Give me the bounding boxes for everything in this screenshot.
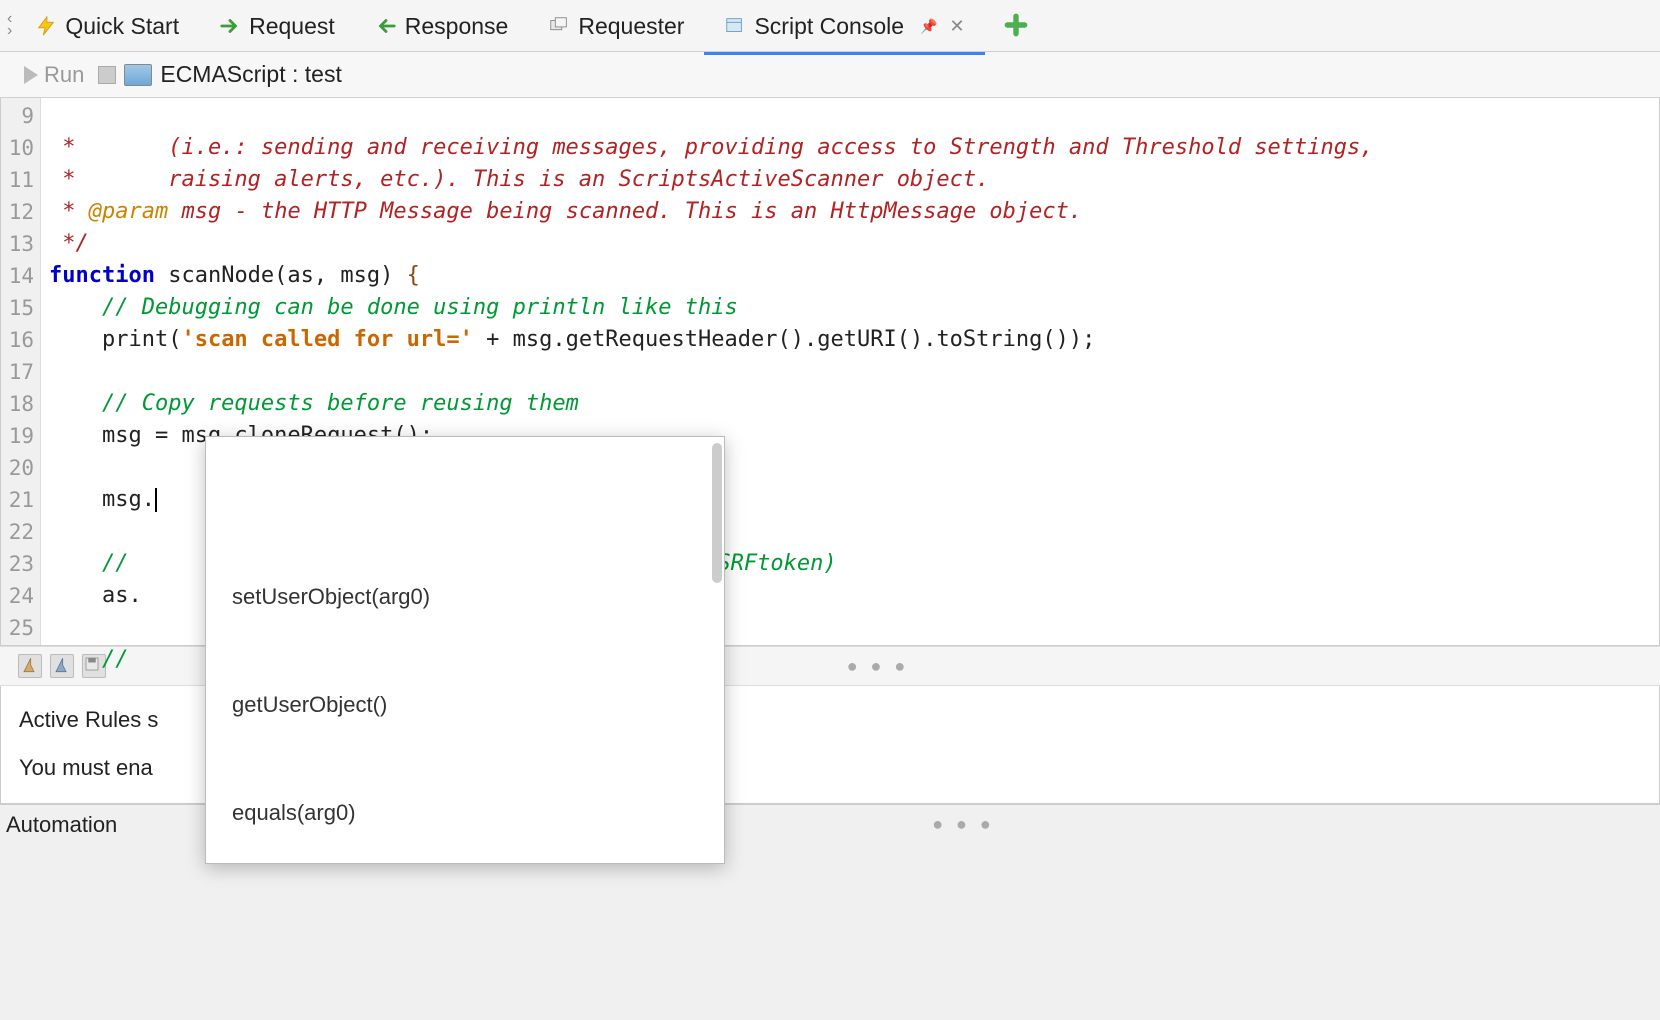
engine-label: ECMAScript : test bbox=[160, 61, 341, 88]
script-icon bbox=[724, 15, 746, 37]
tab-response[interactable]: Response bbox=[355, 3, 529, 55]
tab-requester[interactable]: Requester bbox=[528, 3, 704, 55]
line-gutter: 9 10 11 12 13 14 15 16 17 18 19 20 21 22… bbox=[1, 98, 41, 645]
close-icon[interactable]: ✕ bbox=[949, 16, 964, 37]
text-cursor bbox=[155, 488, 157, 512]
run-label: Run bbox=[44, 62, 84, 88]
scrollbar-thumb[interactable] bbox=[712, 443, 722, 583]
autocomplete-item[interactable]: getUserObject() bbox=[206, 683, 724, 727]
tab-quick-start[interactable]: Quick Start bbox=[15, 3, 199, 55]
add-tab-button[interactable] bbox=[985, 6, 1047, 52]
tab-label: Quick Start bbox=[65, 13, 179, 40]
autocomplete-item[interactable]: setUserObject(arg0) bbox=[206, 575, 724, 619]
play-icon bbox=[24, 66, 38, 84]
windows-icon bbox=[548, 15, 570, 37]
tab-label: Requester bbox=[578, 13, 684, 40]
clear-all-icon[interactable] bbox=[50, 654, 74, 678]
status-automation[interactable]: Automation bbox=[6, 812, 117, 838]
engine-icon bbox=[124, 64, 152, 86]
tab-label: Response bbox=[405, 13, 509, 40]
code-content[interactable]: * (i.e.: sending and receiving messages,… bbox=[41, 98, 1659, 645]
autocomplete-item[interactable]: equals(arg0) bbox=[206, 791, 724, 835]
tab-label: Script Console bbox=[754, 13, 904, 40]
autocomplete-popup[interactable]: setUserObject(arg0) getUserObject() equa… bbox=[205, 436, 725, 864]
script-toolbar: Run ECMAScript : test bbox=[0, 52, 1660, 98]
arrow-left-icon bbox=[375, 15, 397, 37]
lightning-icon bbox=[35, 15, 57, 37]
tabs-bar: ‹› Quick Start Request Response Requeste… bbox=[0, 0, 1660, 52]
tab-request[interactable]: Request bbox=[199, 3, 355, 55]
arrow-right-icon bbox=[219, 15, 241, 37]
drag-handle-icon[interactable]: ● ● ● bbox=[847, 656, 910, 676]
drag-handle-icon[interactable]: ● ● ● bbox=[932, 814, 995, 835]
clear-icon[interactable] bbox=[18, 654, 42, 678]
tab-label: Request bbox=[249, 13, 335, 40]
run-button[interactable]: Run bbox=[18, 60, 90, 90]
tab-scroll-left-icon[interactable]: ‹› bbox=[4, 13, 15, 45]
code-editor[interactable]: 9 10 11 12 13 14 15 16 17 18 19 20 21 22… bbox=[0, 98, 1660, 646]
pin-icon[interactable]: 📌 bbox=[920, 18, 937, 35]
stop-button[interactable] bbox=[98, 66, 116, 84]
tab-script-console[interactable]: Script Console 📌 ✕ bbox=[704, 3, 984, 55]
